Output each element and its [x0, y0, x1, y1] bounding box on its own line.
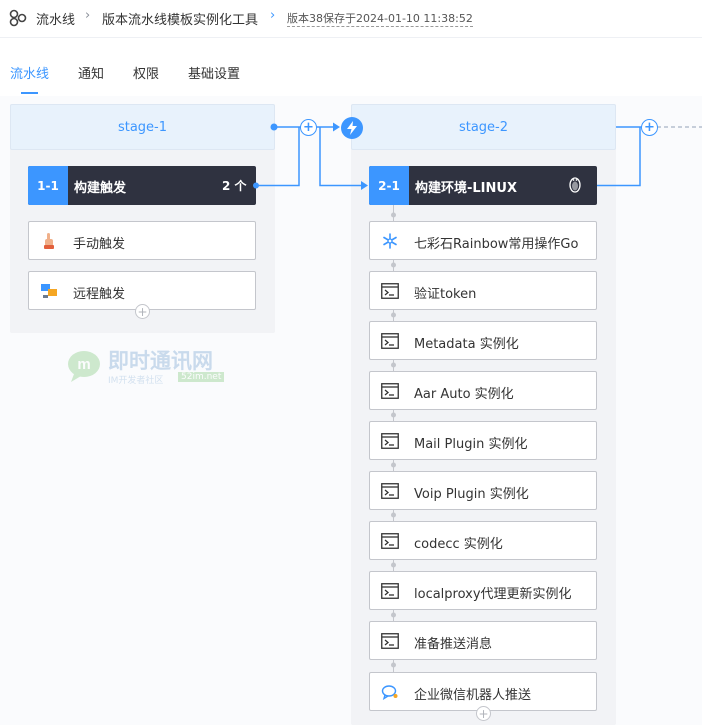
job-2-1-header[interactable]: 2-1 构建环境-LINUX: [369, 166, 597, 205]
stage-name: stage-2: [458, 119, 509, 135]
stage-name: stage-1: [117, 119, 168, 135]
atom-prepare-push[interactable]: 准备推送消息: [369, 621, 597, 660]
pipeline-logo-icon[interactable]: [8, 9, 28, 27]
tab-notify[interactable]: 通知: [78, 63, 104, 82]
watermark-subtitle: IM开发者社区: [108, 376, 164, 386]
remote-trigger-icon: [39, 281, 59, 301]
atom-verify-token[interactable]: 验证token: [369, 271, 597, 310]
atom-label: Aar Auto 实例化: [414, 387, 514, 402]
watermark-domain: 52im.net: [178, 372, 225, 382]
add-stage-button[interactable]: +: [300, 119, 317, 136]
atom-mail-plugin[interactable]: Mail Plugin 实例化: [369, 421, 597, 460]
atom-label: 手动触发: [73, 237, 126, 252]
atom-metadata[interactable]: Metadata 实例化: [369, 321, 597, 360]
stage-2-header[interactable]: stage-2: [351, 104, 616, 150]
atom-rainbow[interactable]: 七彩石Rainbow常用操作Go: [369, 221, 597, 260]
hand-pointer-icon: [39, 231, 59, 251]
active-tab-indicator: [21, 92, 38, 94]
tab-bar: 流水线 通知 权限 基础设置: [0, 38, 702, 96]
atom-localproxy[interactable]: localproxy代理更新实例化: [369, 571, 597, 610]
atom-manual-trigger[interactable]: 手动触发: [28, 221, 256, 260]
atom-label: 准备推送消息: [414, 637, 493, 652]
chevron-right-icon: ›: [270, 8, 276, 23]
job-1-1-header[interactable]: 1-1 构建触发 2 个: [28, 166, 256, 205]
add-stage-button[interactable]: +: [641, 119, 658, 136]
version-info[interactable]: 版本38保存于2024-01-10 11:38:52: [287, 10, 473, 27]
atom-label: 企业微信机器人推送: [414, 688, 532, 703]
terminal-icon: [380, 631, 400, 651]
atom-aar-auto[interactable]: Aar Auto 实例化: [369, 371, 597, 410]
lightning-bolt-icon[interactable]: [341, 117, 363, 139]
atom-label: codecc 实例化: [414, 537, 503, 552]
atom-label: Voip Plugin 实例化: [414, 487, 529, 502]
terminal-icon: [380, 431, 400, 451]
job-id: 2-1: [369, 166, 409, 205]
atom-voip-plugin[interactable]: Voip Plugin 实例化: [369, 471, 597, 510]
svg-text:m: m: [77, 356, 90, 373]
chevron-right-icon: ›: [85, 8, 91, 23]
atom-codecc[interactable]: codecc 实例化: [369, 521, 597, 560]
terminal-icon: [380, 381, 400, 401]
add-atom-button[interactable]: +: [476, 706, 491, 721]
terminal-icon: [380, 531, 400, 551]
breadcrumb-pipeline[interactable]: 流水线: [36, 9, 75, 28]
terminal-icon: [380, 281, 400, 301]
tab-settings[interactable]: 基础设置: [188, 63, 240, 82]
job-title: 构建触发: [74, 181, 127, 196]
atom-label: 验证token: [414, 287, 477, 302]
watermark-title: 即时通讯网: [108, 349, 213, 373]
atom-label: Mail Plugin 实例化: [414, 437, 528, 452]
terminal-icon: [380, 481, 400, 501]
snowflake-icon: [380, 231, 400, 251]
atom-label: 远程触发: [73, 287, 126, 302]
watermark-logo-icon: m: [68, 351, 100, 382]
linux-penguin-icon: [569, 177, 581, 193]
add-atom-button[interactable]: +: [135, 304, 150, 319]
atom-label: localproxy代理更新实例化: [414, 587, 572, 602]
tab-pipeline[interactable]: 流水线: [10, 63, 49, 82]
header-bar: 流水线 › 版本流水线模板实例化工具 › 版本38保存于2024-01-10 1…: [0, 0, 702, 38]
stage-1-header[interactable]: stage-1: [10, 104, 275, 150]
job-id: 1-1: [28, 166, 68, 205]
job-title: 构建环境-LINUX: [415, 181, 517, 196]
tab-permission[interactable]: 权限: [133, 63, 159, 82]
chat-bubble-icon: [380, 682, 400, 702]
terminal-icon: [380, 581, 400, 601]
breadcrumb-template[interactable]: 版本流水线模板实例化工具: [102, 9, 258, 28]
atom-label: Metadata 实例化: [414, 337, 519, 352]
atom-label: 七彩石Rainbow常用操作Go: [414, 237, 579, 252]
terminal-icon: [380, 331, 400, 351]
job-atom-count: 2 个: [222, 179, 247, 193]
